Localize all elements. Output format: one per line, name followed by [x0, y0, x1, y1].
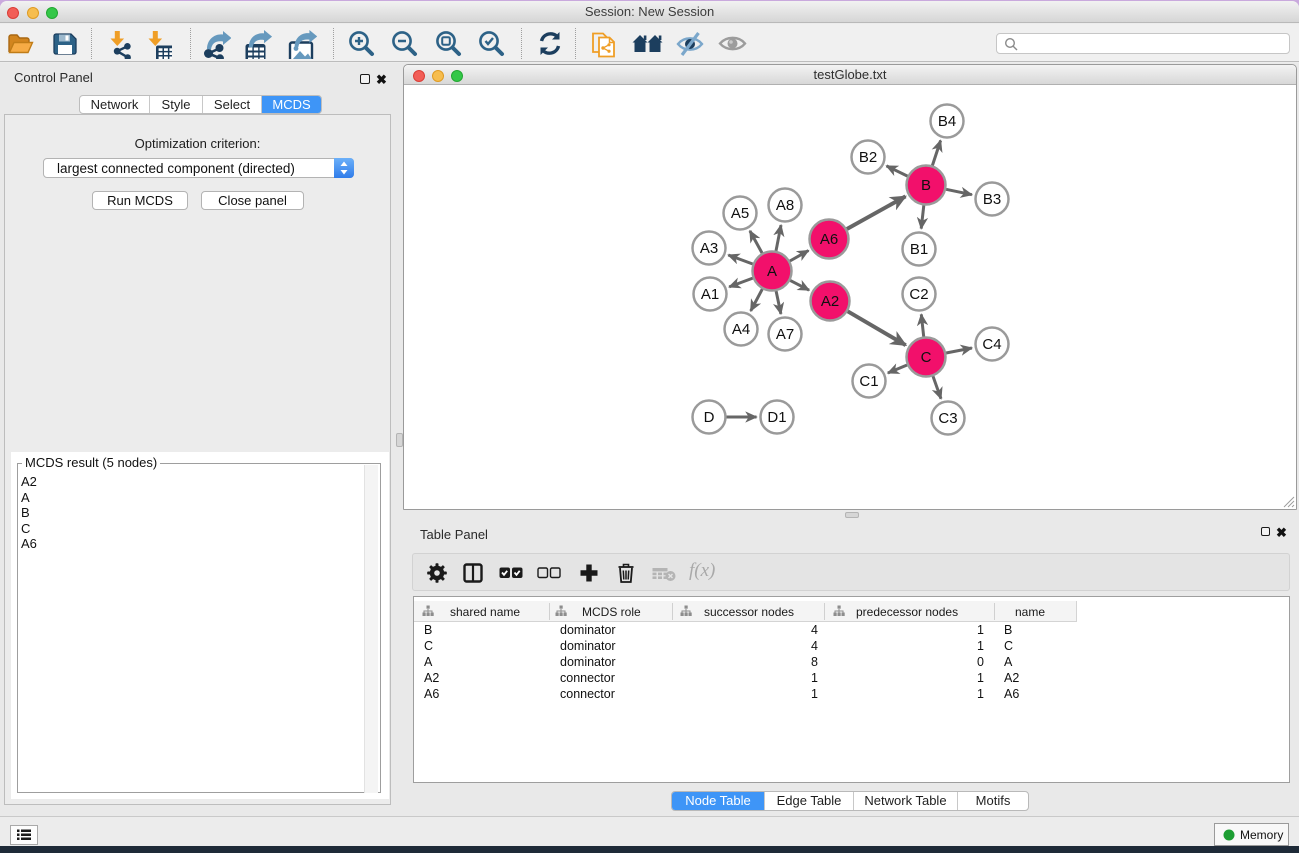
- svg-text:C4: C4: [982, 336, 1001, 353]
- svg-text:A8: A8: [776, 197, 794, 214]
- svg-text:A6: A6: [820, 231, 838, 248]
- svg-text:D1: D1: [767, 409, 786, 426]
- svg-text:C1: C1: [859, 373, 878, 390]
- svg-text:B4: B4: [938, 113, 956, 130]
- svg-text:A2: A2: [821, 293, 839, 310]
- svg-text:A4: A4: [732, 321, 750, 338]
- svg-text:A7: A7: [776, 326, 794, 343]
- svg-text:C3: C3: [938, 410, 957, 427]
- svg-text:B3: B3: [983, 191, 1001, 208]
- svg-text:A1: A1: [701, 286, 719, 303]
- svg-text:A: A: [767, 263, 777, 280]
- svg-text:B1: B1: [910, 241, 928, 258]
- svg-text:B2: B2: [859, 149, 877, 166]
- svg-text:B: B: [921, 177, 931, 194]
- svg-text:D: D: [704, 409, 715, 426]
- svg-text:A5: A5: [731, 205, 749, 222]
- svg-text:C: C: [921, 349, 932, 366]
- svg-text:A3: A3: [700, 240, 718, 257]
- svg-text:C2: C2: [909, 286, 928, 303]
